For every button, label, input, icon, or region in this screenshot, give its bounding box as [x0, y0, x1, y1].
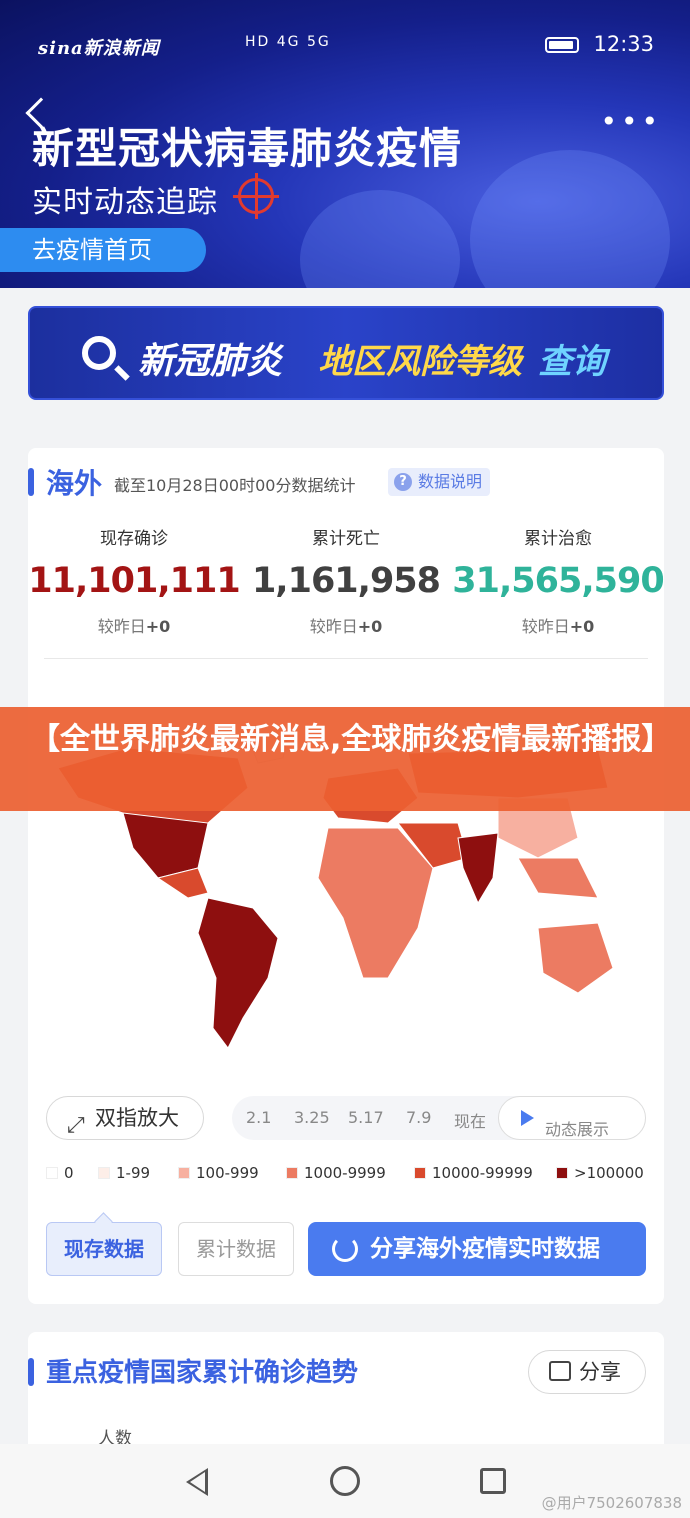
divider: [44, 658, 648, 659]
stat-label: 累计死亡: [312, 529, 380, 549]
share-trend-label: 分享: [579, 1360, 621, 1384]
caption-text: 【全世界肺炎最新消息,全球肺炎疫情最新播报】: [30, 722, 672, 757]
stat-total-deaths: 累计死亡 1,161,958 较昨日+0: [240, 524, 452, 637]
image-share-icon: [549, 1361, 571, 1381]
nav-back-icon[interactable]: [186, 1468, 208, 1496]
overseas-card: 海外 截至10月28日00时00分数据统计 ? 数据说明 现存确诊 11,101…: [28, 448, 665, 1304]
stat-value: 11,101,111: [28, 561, 240, 601]
timeline-tick[interactable]: 5.17: [348, 1108, 384, 1127]
timeline-tick[interactable]: 7.9: [406, 1108, 431, 1127]
stat-value: 31,565,590: [452, 561, 664, 601]
watermark: @用户7502607838: [541, 1494, 682, 1512]
tab-total-data[interactable]: 累计数据: [178, 1222, 294, 1276]
timeline-tick[interactable]: 2.1: [246, 1108, 271, 1127]
stat-label: 现存确诊: [100, 529, 168, 549]
target-icon: [233, 173, 279, 219]
sina-logo: sina新浪新闻: [38, 38, 160, 59]
legend-item: 1000-9999: [286, 1164, 386, 1182]
tab-current-data[interactable]: 现存数据: [46, 1222, 162, 1276]
nav-home-icon[interactable]: [330, 1466, 360, 1496]
stat-delta: 较昨日+0: [309, 617, 383, 636]
caption-overlay: 【全世界肺炎最新消息,全球肺炎疫情最新播报】: [0, 707, 690, 811]
section-accent-bar: [28, 1358, 34, 1386]
data-timestamp: 截至10月28日00时00分数据统计: [114, 476, 356, 495]
legend-item: 1-99: [98, 1164, 150, 1182]
battery-icon: [544, 37, 579, 53]
stat-current-confirmed: 现存确诊 11,101,111 较昨日+0: [28, 524, 240, 637]
share-trend-button[interactable]: 分享: [528, 1350, 646, 1394]
map-australia: [537, 922, 614, 994]
expand-arrows-icon: ⤢: [67, 1113, 85, 1138]
legend-item: 10000-99999: [414, 1164, 533, 1182]
legend-item: 100-999: [178, 1164, 259, 1182]
hero-subtitle: 实时动态追踪: [32, 185, 218, 220]
animate-button[interactable]: 动态展示: [498, 1096, 646, 1140]
section-title: 海外: [46, 467, 103, 500]
epidemic-home-button[interactable]: 去疫情首页: [0, 228, 206, 272]
legend-item: 0: [46, 1164, 74, 1182]
map-south-america: [197, 897, 279, 1049]
timeline[interactable]: 2.1 3.25 5.17 7.9 现在 动态展示: [232, 1096, 646, 1140]
zoom-label: 双指放大: [95, 1106, 179, 1130]
legend-item: >100000: [556, 1164, 644, 1182]
risk-banner-part1: 新冠肺炎: [138, 341, 283, 382]
nav-recents-icon[interactable]: [480, 1468, 506, 1494]
status-bar: sina新浪新闻 HD 4G 5G 12:33: [0, 28, 690, 68]
data-info-label: 数据说明: [418, 472, 483, 491]
map-legend: 0 1-99 100-999 1000-9999 10000-99999 >10…: [46, 1164, 656, 1184]
trend-title: 重点疫情国家累计确诊趋势: [46, 1358, 359, 1388]
timeline-tick[interactable]: 3.25: [294, 1108, 330, 1127]
hero-title: 新型冠状病毒肺炎疫情: [32, 124, 463, 173]
share-overseas-label: 分享海外疫情实时数据: [370, 1236, 600, 1262]
stat-delta: 较昨日+0: [521, 617, 595, 636]
lung-decoration: [470, 150, 670, 288]
hero-banner: sina新浪新闻 HD 4G 5G 12:33 ••• 新型冠状病毒肺炎疫情 实…: [0, 0, 690, 288]
animate-label: 动态展示: [545, 1120, 610, 1139]
pinch-zoom-button[interactable]: ⤢ 双指放大: [46, 1096, 204, 1140]
risk-banner-part3: 查询: [538, 342, 606, 382]
map-southeast-asia: [517, 857, 599, 899]
question-icon: ?: [394, 473, 412, 491]
play-icon: [521, 1110, 534, 1126]
data-info-button[interactable]: ? 数据说明: [388, 468, 491, 496]
stat-delta: 较昨日+0: [97, 617, 171, 636]
lung-decoration: [300, 190, 460, 288]
map-india: [457, 832, 499, 905]
network-icons: HD 4G 5G: [245, 34, 331, 50]
risk-banner-part2: 地区风险等级: [318, 342, 522, 382]
clock: 12:33: [593, 32, 654, 56]
stat-label: 累计治愈: [524, 529, 592, 549]
timeline-tick[interactable]: 现在: [454, 1108, 486, 1132]
risk-query-banner[interactable]: 新冠肺炎 地区风险等级 查询: [28, 306, 664, 400]
more-menu-icon[interactable]: •••: [600, 108, 662, 136]
stat-total-recovered: 累计治愈 31,565,590 较昨日+0: [452, 524, 664, 637]
section-accent-bar: [28, 468, 34, 496]
map-africa: [317, 827, 434, 979]
share-overseas-data-button[interactable]: 分享海外疫情实时数据: [308, 1222, 646, 1276]
refresh-icon: [332, 1236, 358, 1262]
status-right: 12:33: [537, 32, 654, 56]
search-icon: [82, 336, 116, 370]
stat-value: 1,161,958: [251, 561, 441, 601]
